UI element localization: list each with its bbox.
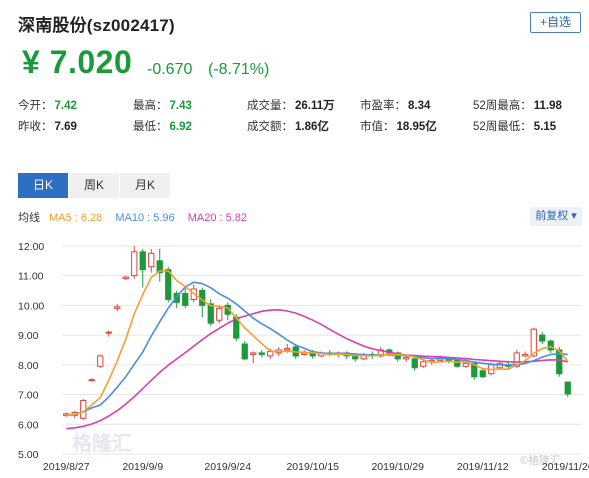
candle-up	[97, 355, 104, 367]
ma10-line	[66, 281, 568, 417]
stat-pe-ratio: 市盈率： 8.34	[360, 100, 431, 112]
price-adjust-dropdown[interactable]: 前复权 ▾	[530, 207, 582, 226]
candle-down	[207, 303, 214, 324]
kline-chart: 12.00 11.00 10.00 9.00 8.00 7.00 6.00 5.00 格隆汇 ©格…	[0, 226, 589, 478]
candle-down	[139, 251, 146, 271]
stat-prev-close: 昨收： 7.69	[18, 121, 77, 133]
kline-svg: 12.0011.0010.009.008.007.006.005.00 格隆汇©格…	[18, 241, 589, 473]
candle-up	[131, 251, 138, 277]
y-tick-label: 7.00	[18, 390, 39, 402]
add-to-watchlist-button[interactable]: +自选	[530, 12, 581, 33]
x-tick-label: 2019/10/29	[371, 461, 424, 473]
tab-weekly-k[interactable]: 周K	[69, 173, 119, 198]
stat-open: 今开： 7.42	[18, 100, 77, 112]
candle-up	[403, 356, 410, 360]
ma10-legend: MA10 : 5.96	[115, 212, 175, 224]
candle-up	[522, 353, 529, 357]
y-tick-label: 5.00	[18, 449, 39, 461]
candle-up	[148, 252, 155, 268]
x-tick-label: 2019/9/24	[204, 461, 251, 473]
x-tick-label: 2019/10/15	[286, 461, 339, 473]
candle-up	[216, 307, 223, 321]
period-tabs: 日K 周K 月K	[18, 173, 171, 198]
stat-52w-low: 52周最低： 5.15	[473, 121, 557, 133]
candle-up	[105, 331, 112, 334]
watermark-text: 格隆汇	[72, 431, 132, 455]
price-change-percent: (-8.71%)	[208, 61, 270, 78]
candle-up	[88, 379, 95, 382]
current-price: ¥ 7.020	[22, 44, 133, 80]
x-tick-label: 2019/8/27	[43, 461, 90, 473]
candle-up	[267, 350, 274, 357]
ma-legend-label: 均线	[18, 212, 40, 224]
candle-up	[420, 361, 427, 367]
candle-up	[462, 362, 469, 367]
x-tick-label: 2019/11/12	[457, 461, 509, 473]
candle-up	[284, 347, 291, 351]
x-tick-label: 2019/9/9	[122, 461, 163, 473]
y-tick-label: 9.00	[18, 330, 39, 342]
ma5-legend: MA5 : 6.28	[49, 212, 103, 224]
stat-turnover: 成交额： 1.86亿	[247, 121, 329, 133]
y-tick-label: 8.00	[18, 360, 39, 372]
stock-title: 深南股份(sz002417)	[18, 16, 175, 35]
x-tick-label: 2019/11/26	[542, 461, 589, 473]
candle-up	[250, 352, 257, 355]
ma20-legend: MA20 : 5.82	[187, 212, 248, 224]
candle-down	[411, 358, 418, 369]
price-change: -0.670	[147, 61, 193, 78]
tab-monthly-k[interactable]: 月K	[120, 173, 170, 198]
y-tick-label: 11.00	[18, 271, 44, 283]
ma5-line	[66, 270, 569, 417]
candle-up	[122, 276, 129, 280]
ma-legend: 均线 MA5 : 6.28 MA10 : 5.96 MA20 : 5.82	[18, 209, 257, 225]
tab-daily-k[interactable]: 日K	[18, 173, 68, 198]
candle-down	[479, 370, 486, 378]
stat-volume: 成交量： 26.11万	[247, 100, 335, 112]
stat-52w-high: 52周最高： 11.98	[473, 100, 562, 112]
y-tick-label: 6.00	[18, 419, 39, 431]
candle-up	[114, 306, 121, 309]
candle-down	[182, 292, 189, 306]
stat-market-cap: 市值： 18.95亿	[360, 121, 437, 133]
candle-down	[547, 340, 554, 351]
candle-down	[241, 343, 248, 360]
candle-down	[258, 352, 265, 355]
candle-down	[539, 334, 546, 342]
stat-low: 最低： 6.92	[133, 121, 192, 133]
candle-down	[564, 381, 571, 395]
y-tick-label: 12.00	[18, 241, 44, 253]
stat-high: 最高： 7.43	[133, 100, 192, 112]
y-tick-label: 10.00	[18, 300, 44, 312]
